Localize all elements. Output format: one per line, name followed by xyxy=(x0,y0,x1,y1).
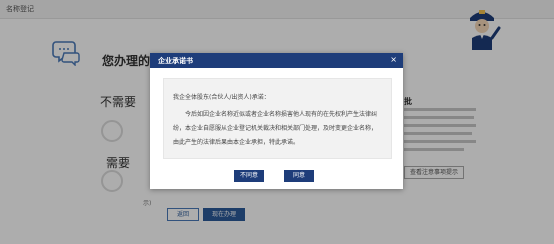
close-icon[interactable]: × xyxy=(390,55,397,65)
commitment-greeting: 我企全体股东(合伙人/出资人)承诺： xyxy=(173,94,270,101)
commitment-text: 今后如因企业名称近似或者企业名称损害他人现有的在先权利产生法律纠纷，本企业自愿服… xyxy=(173,111,378,146)
disagree-button[interactable]: 不同意 xyxy=(234,170,264,182)
dialog-title: 企业承诺书 xyxy=(158,57,193,65)
dialog-header: 企业承诺书 × xyxy=(150,53,403,68)
page: 名称登记 您办理的 不需要 需要 批 查看注意事项提示 示) 返回 现在办理 企… xyxy=(0,0,554,244)
commitment-dialog: 企业承诺书 × 我企全体股东(合伙人/出资人)承诺： 今后如因企业名称近似或者企… xyxy=(150,53,403,189)
agree-button[interactable]: 同意 xyxy=(284,170,314,182)
dialog-body: 我企全体股东(合伙人/出资人)承诺： 今后如因企业名称近似或者企业名称损害他人现… xyxy=(163,78,392,159)
